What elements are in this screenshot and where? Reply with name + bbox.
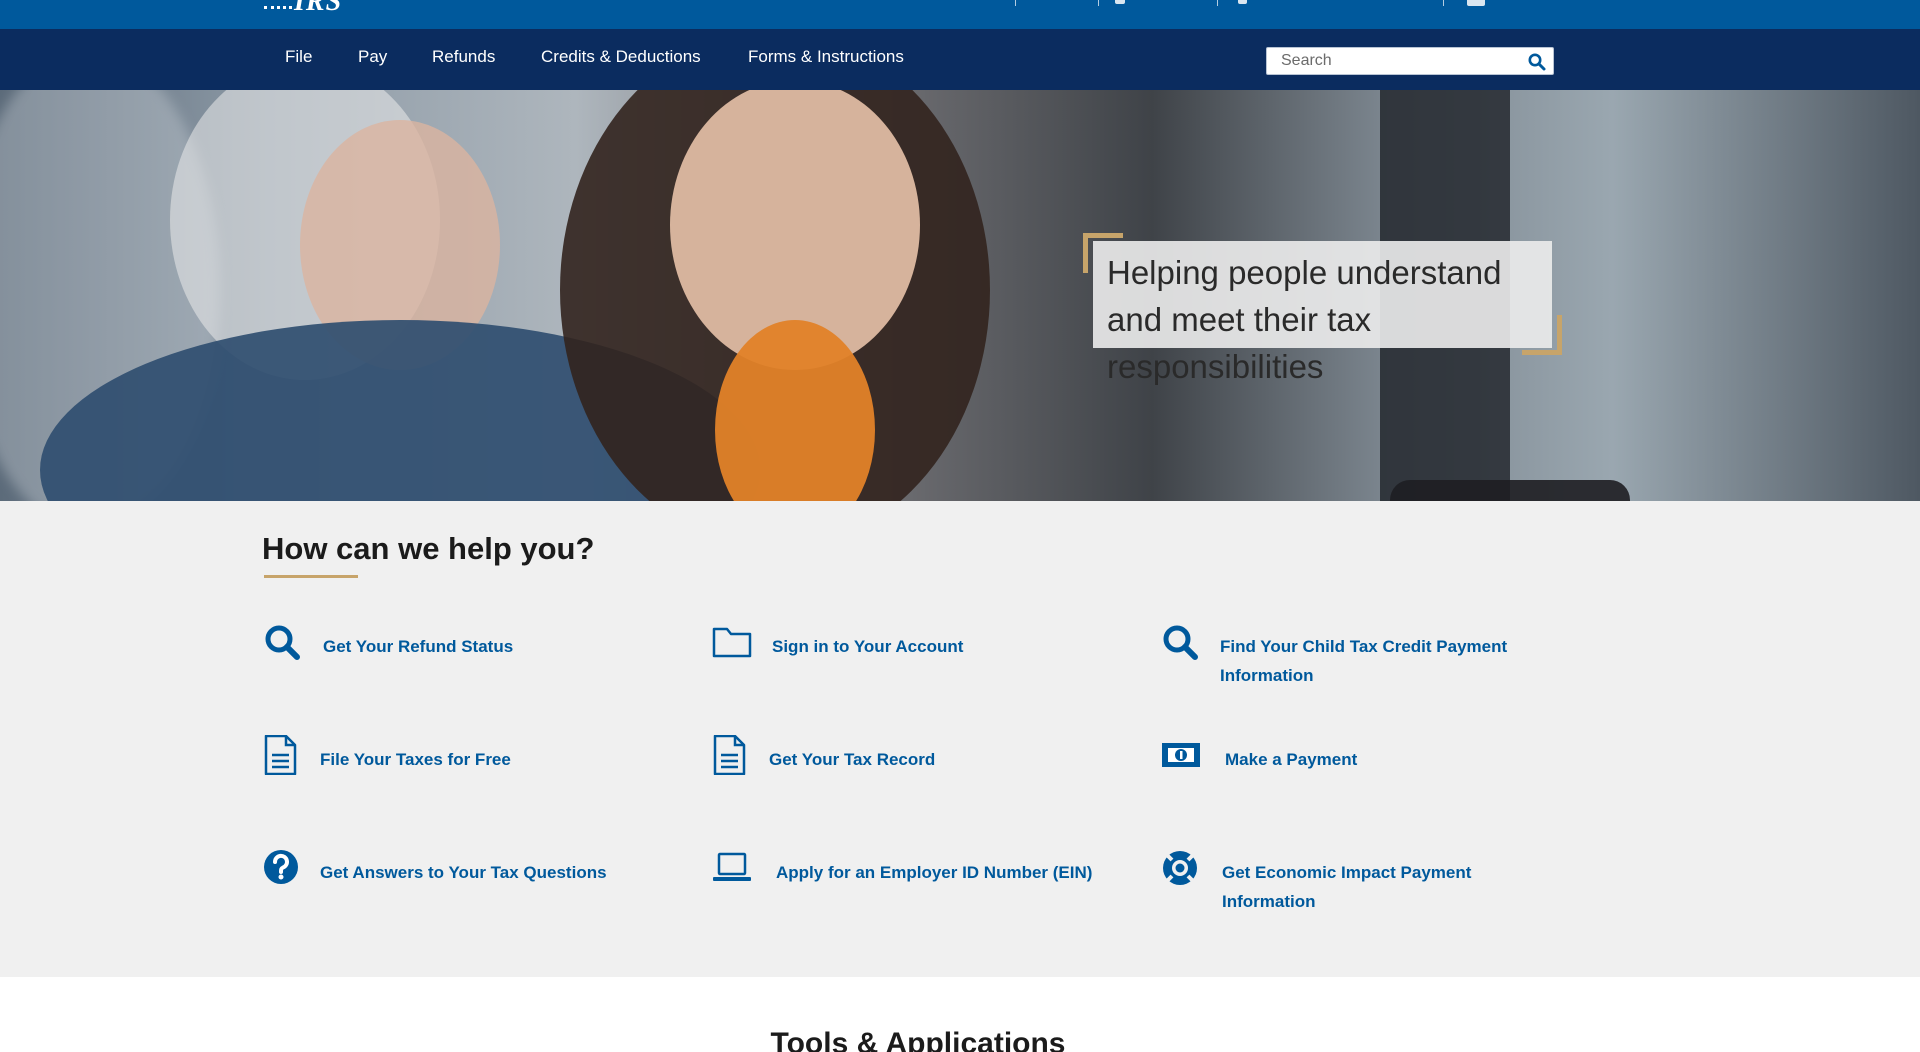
utility-divider xyxy=(1217,0,1218,6)
document-icon xyxy=(264,735,297,775)
nav-forms-instructions[interactable]: Forms & Instructions xyxy=(748,47,904,67)
hero-photo-laptop xyxy=(1390,480,1630,501)
search-icon xyxy=(1528,53,1546,71)
utility-divider xyxy=(1015,0,1016,6)
money-icon xyxy=(1162,743,1200,767)
question-icon xyxy=(264,850,298,884)
search-box xyxy=(1266,47,1554,75)
utility-divider xyxy=(1443,0,1444,6)
hero-tagline: Helping people understand and meet their… xyxy=(1107,254,1502,385)
title-underline xyxy=(264,575,358,578)
help-item-make-payment[interactable]: Make a Payment xyxy=(1160,735,1580,785)
utility-icon-fragment[interactable] xyxy=(1467,0,1485,6)
help-item-label: Get Answers to Your Tax Questions xyxy=(320,863,607,882)
life-ring-icon xyxy=(1163,851,1197,885)
folder-icon xyxy=(712,627,752,658)
help-item-sign-in[interactable]: Sign in to Your Account xyxy=(711,622,1131,672)
utility-link-fragment[interactable] xyxy=(1238,0,1247,4)
hero-banner: Helping people understand and meet their… xyxy=(0,90,1920,501)
help-section: How can we help you? Get Your Refund Sta… xyxy=(0,501,1920,977)
help-item-tax-questions[interactable]: Get Answers to Your Tax Questions xyxy=(262,848,682,898)
help-item-label: Get Your Tax Record xyxy=(769,750,936,769)
help-item-label: Find Your Child Tax Credit Payment Infor… xyxy=(1220,637,1508,685)
search-icon xyxy=(1163,625,1198,660)
help-item-apply-ein[interactable]: Apply for an Employer ID Number (EIN) xyxy=(711,848,1131,898)
help-item-label: File Your Taxes for Free xyxy=(320,750,511,769)
tools-section: Tools & Applications xyxy=(0,977,1920,1052)
document-icon xyxy=(713,735,746,775)
help-title: How can we help you? xyxy=(262,531,595,566)
help-item-economic-impact[interactable]: Get Economic Impact Payment Information xyxy=(1160,848,1580,918)
nav-pay[interactable]: Pay xyxy=(358,47,387,67)
help-item-label: Get Economic Impact Payment Information xyxy=(1222,863,1472,911)
utility-divider xyxy=(1098,0,1099,6)
hero-tagline-box: Helping people understand and meet their… xyxy=(1093,241,1552,385)
nav-file[interactable]: File xyxy=(285,47,312,67)
tools-title: Tools & Applications xyxy=(770,1027,1066,1052)
main-nav: File Pay Refunds Credits & Deductions Fo… xyxy=(0,29,1920,90)
utility-link-fragment[interactable] xyxy=(1115,0,1125,4)
help-item-tax-record[interactable]: Get Your Tax Record xyxy=(711,735,1131,785)
nav-credits-deductions[interactable]: Credits & Deductions xyxy=(541,47,701,67)
help-item-label: Make a Payment xyxy=(1225,750,1358,769)
search-input[interactable] xyxy=(1267,48,1517,74)
help-item-refund-status[interactable]: Get Your Refund Status xyxy=(262,622,682,672)
help-item-label: Sign in to Your Account xyxy=(772,637,964,656)
help-item-file-free[interactable]: File Your Taxes for Free xyxy=(262,735,682,785)
help-item-label: Apply for an Employer ID Number (EIN) xyxy=(776,863,1093,882)
eagle-icon xyxy=(264,0,292,9)
logo-text: IRS xyxy=(294,0,343,17)
utility-bar: IRS xyxy=(0,0,1920,29)
search-icon xyxy=(265,625,300,660)
help-item-child-tax-credit[interactable]: Find Your Child Tax Credit Payment Infor… xyxy=(1160,622,1580,692)
nav-refunds[interactable]: Refunds xyxy=(432,47,495,67)
help-item-label: Get Your Refund Status xyxy=(323,637,514,656)
search-button[interactable] xyxy=(1527,52,1547,72)
laptop-icon xyxy=(713,852,751,881)
irs-logo[interactable]: IRS xyxy=(264,0,342,18)
